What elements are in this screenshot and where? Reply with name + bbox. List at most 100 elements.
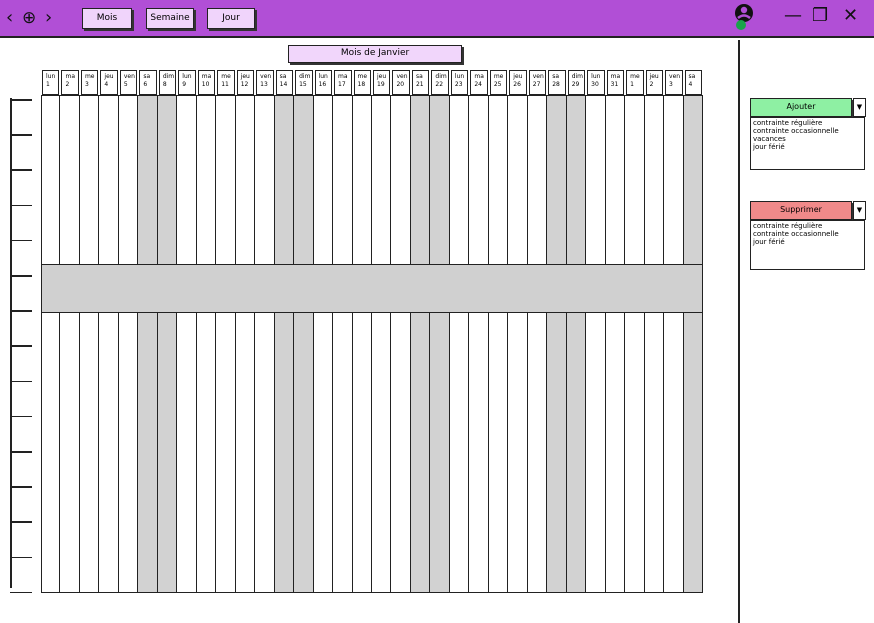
time-tick — [10, 169, 32, 171]
add-option-vacation[interactable]: vacances — [753, 135, 862, 143]
user-avatar-icon[interactable] — [734, 3, 754, 33]
day-name: me — [630, 73, 640, 80]
day-header[interactable]: ven 27 — [528, 70, 547, 95]
day-name: me — [84, 73, 95, 80]
day-number: 20 — [396, 81, 405, 88]
day-header[interactable]: me 25 — [489, 70, 508, 95]
view-day-button[interactable]: Jour — [207, 8, 255, 29]
remove-option-occasional[interactable]: contrainte occasionnelle — [753, 230, 862, 238]
day-header[interactable]: ma 31 — [606, 70, 625, 95]
day-number: 19 — [377, 81, 385, 88]
time-tick — [10, 556, 32, 559]
day-header[interactable]: jeu 12 — [236, 70, 255, 95]
day-name: ma — [201, 73, 212, 80]
day-name: dim — [435, 73, 447, 80]
day-name: lun — [454, 73, 465, 80]
day-header[interactable]: sa 6 — [139, 70, 157, 95]
day-name: lun — [46, 73, 56, 80]
view-month-button[interactable]: Mois — [82, 8, 132, 29]
day-header[interactable]: jeu 4 — [100, 70, 118, 95]
day-header[interactable]: ma 24 — [470, 70, 488, 95]
time-tick — [10, 380, 32, 383]
remove-button[interactable]: Supprimer — [750, 201, 852, 220]
remove-option-holiday[interactable]: jour férié — [753, 238, 862, 246]
day-header[interactable]: dim 15 — [295, 70, 313, 95]
next-arrow-icon[interactable]: › — [45, 7, 52, 29]
day-name: jeu — [513, 73, 523, 80]
day-header[interactable]: jeu 26 — [509, 70, 527, 95]
day-header[interactable]: sa 21 — [411, 70, 430, 95]
day-header[interactable]: ven 3 — [665, 70, 683, 95]
day-number: 17 — [338, 81, 346, 88]
day-header[interactable]: ma 2 — [61, 70, 79, 95]
add-button[interactable]: Ajouter — [750, 98, 852, 117]
day-header[interactable]: me 11 — [217, 70, 235, 95]
time-tick — [10, 415, 32, 418]
day-header[interactable]: jeu 2 — [645, 70, 664, 95]
day-name: lun — [318, 73, 328, 80]
day-number: 8 — [162, 81, 167, 88]
day-header[interactable]: lun 9 — [178, 70, 196, 95]
add-options-list: contrainte régulière contrainte occasion… — [750, 117, 865, 170]
time-tick — [10, 99, 32, 101]
day-name: ma — [610, 73, 621, 80]
day-header[interactable]: lun 30 — [587, 70, 605, 95]
view-week-button[interactable]: Semaine — [146, 8, 194, 29]
day-header[interactable]: ven 13 — [256, 70, 274, 95]
day-name: sa — [688, 73, 696, 80]
day-header[interactable]: me 1 — [626, 70, 644, 95]
day-number: 26 — [513, 81, 521, 88]
day-name: ven — [669, 73, 681, 80]
today-target-icon[interactable]: ⊕ — [22, 7, 36, 29]
day-header[interactable]: sa 28 — [548, 70, 566, 95]
add-dropdown-toggle-icon[interactable]: ▼ — [853, 98, 866, 117]
day-header[interactable]: lun 23 — [450, 70, 469, 95]
day-header[interactable]: ven 20 — [392, 70, 410, 95]
day-number: 23 — [454, 81, 463, 88]
day-number: 24 — [474, 81, 482, 88]
day-header[interactable]: lun 16 — [314, 70, 333, 95]
day-header[interactable]: ma 17 — [334, 70, 352, 95]
add-option-regular[interactable]: contrainte régulière — [753, 119, 862, 127]
top-bar: ‹ ⊕ › Mois Semaine Jour — ❐ ✕ — [0, 0, 874, 38]
add-option-holiday[interactable]: jour férié — [753, 143, 862, 151]
day-header[interactable]: ma 10 — [197, 70, 216, 95]
remove-options-list: contrainte régulière contrainte occasion… — [750, 220, 865, 270]
day-name: ma — [338, 73, 348, 80]
day-header[interactable]: dim 8 — [158, 70, 177, 95]
day-number: 9 — [182, 81, 187, 88]
add-option-occasional[interactable]: contrainte occasionnelle — [753, 127, 862, 135]
day-header[interactable]: me 3 — [80, 70, 99, 95]
day-number: 31 — [610, 81, 619, 88]
day-name: ven — [532, 73, 544, 80]
prev-arrow-icon[interactable]: ‹ — [6, 7, 13, 29]
time-tick — [10, 134, 32, 136]
day-header[interactable]: jeu 19 — [373, 70, 391, 95]
remove-dropdown-toggle-icon[interactable]: ▼ — [853, 201, 866, 220]
day-number: 5 — [123, 81, 128, 88]
day-name: jeu — [240, 73, 250, 80]
time-tick — [10, 239, 32, 242]
day-name: sa — [143, 73, 151, 80]
month-title: Mois de Janvier — [288, 45, 462, 63]
day-header[interactable]: sa 14 — [275, 70, 294, 95]
day-number: 29 — [571, 81, 580, 88]
day-name: lun — [591, 73, 601, 80]
day-number: 1 — [630, 81, 634, 88]
day-number: 2 — [649, 81, 654, 88]
day-header[interactable]: dim 22 — [431, 70, 449, 95]
day-number: 6 — [143, 81, 148, 88]
day-header[interactable]: dim 29 — [567, 70, 586, 95]
day-name: ma — [65, 73, 75, 80]
day-header[interactable]: ven 5 — [119, 70, 138, 95]
day-header[interactable]: lun 1 — [42, 70, 60, 95]
remove-option-regular[interactable]: contrainte régulière — [753, 222, 862, 230]
restore-icon[interactable]: ❐ — [812, 5, 828, 26]
day-name: me — [221, 73, 231, 80]
day-header[interactable]: sa 4 — [684, 70, 702, 95]
day-number: 15 — [299, 81, 307, 88]
minimize-icon[interactable]: — — [784, 5, 802, 26]
close-icon[interactable]: ✕ — [843, 5, 858, 26]
day-name: ven — [396, 73, 408, 80]
day-header[interactable]: me 18 — [353, 70, 371, 95]
